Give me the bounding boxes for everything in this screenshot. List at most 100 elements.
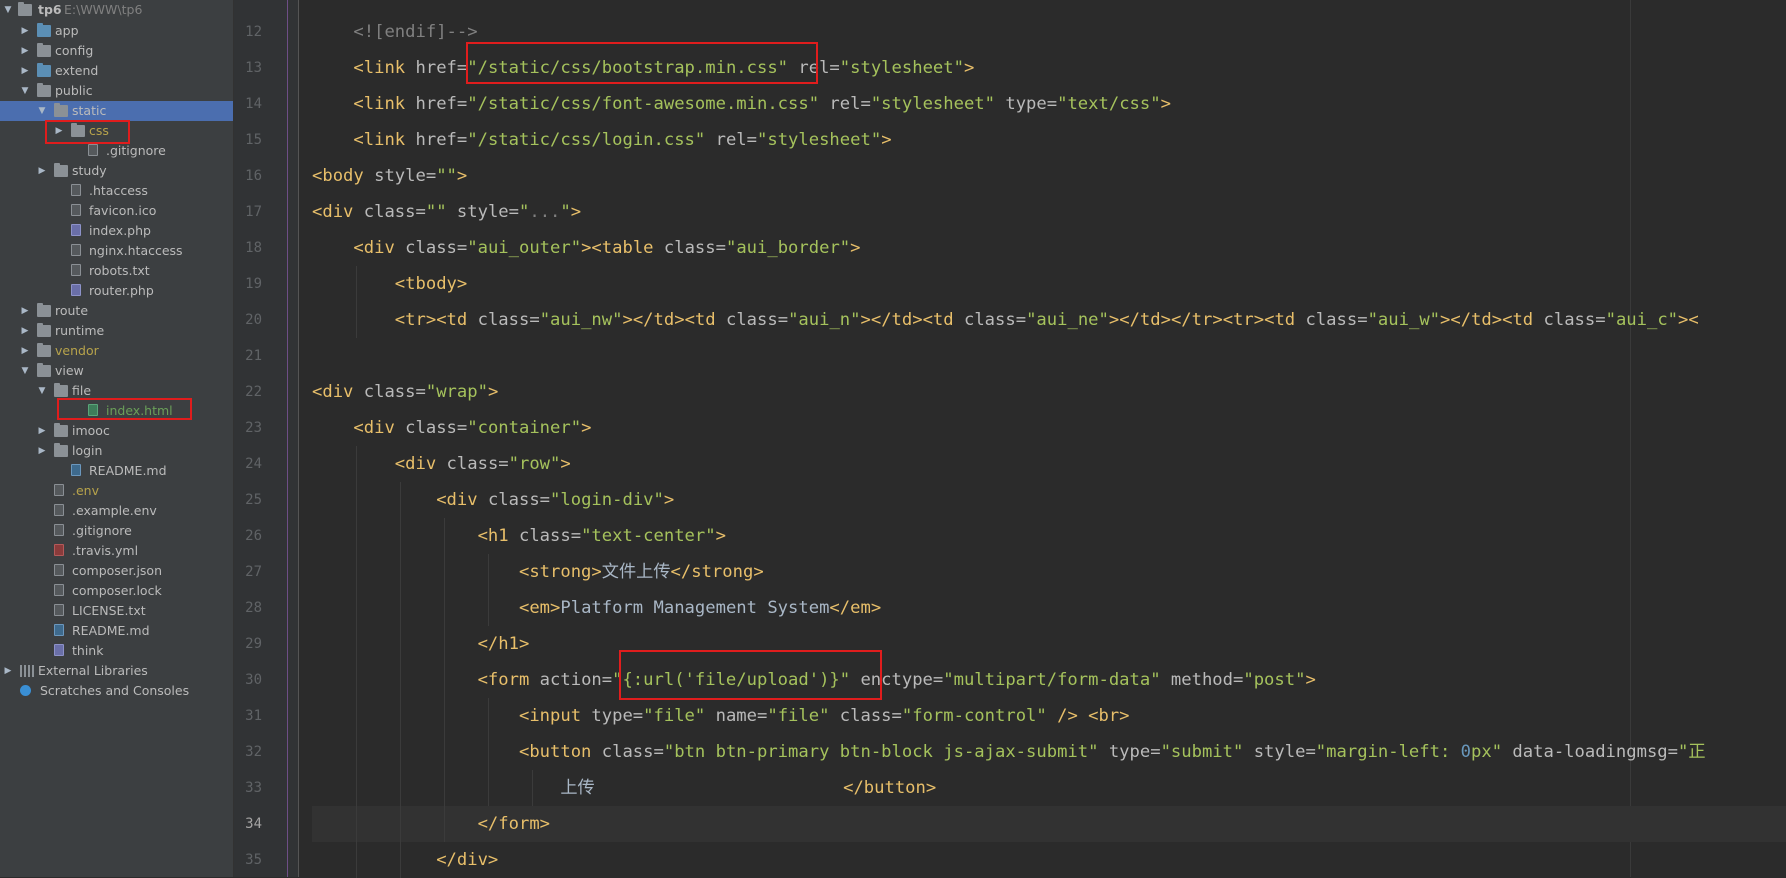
code-line[interactable]: <form action="{:url('file/upload')}" enc… — [312, 662, 1786, 698]
tree-item-gitignore[interactable]: .gitignore — [0, 141, 233, 161]
code-token: > — [570, 202, 582, 222]
code-line[interactable]: 上传 </button> — [312, 770, 1786, 806]
tree-item-composer-lock[interactable]: composer.lock — [0, 581, 233, 601]
tree-item-composer-json[interactable]: composer.json — [0, 561, 233, 581]
code-token: "file" — [767, 706, 830, 726]
code-line[interactable]: <strong>文件上传</strong> — [312, 554, 1786, 590]
code-token: "aui_n" — [788, 310, 861, 330]
root-name: tp6 — [38, 2, 62, 17]
code-token: " — [518, 202, 530, 222]
code-line[interactable]: <div class="login-div"> — [312, 482, 1786, 518]
tree-item-scratches-and-consoles[interactable]: Scratches and Consoles — [0, 681, 233, 701]
annotation-box-index-html — [57, 398, 192, 420]
tree-item-env[interactable]: .env — [0, 481, 233, 501]
tree-item-favicon-ico[interactable]: favicon.ico — [0, 201, 233, 221]
code-line[interactable]: <button class="btn btn-primary btn-block… — [312, 734, 1786, 770]
tree-item-label: index.php — [89, 223, 151, 238]
tree-item-robots-txt[interactable]: robots.txt — [0, 261, 233, 281]
line-number: 24 — [245, 456, 262, 472]
tree-item-public[interactable]: ▼ public — [0, 81, 233, 101]
code-line[interactable]: <link href="/static/css/login.css" rel="… — [312, 122, 1786, 158]
indent-guide — [444, 770, 445, 806]
chevron-down-icon[interactable]: ▼ — [19, 361, 31, 381]
tree-item-static[interactable]: ▼ static — [0, 101, 233, 121]
chevron-right-icon[interactable]: ▶ — [36, 161, 48, 181]
tree-item-example-env[interactable]: .example.env — [0, 501, 233, 521]
tree-item-app[interactable]: ▶ app — [0, 21, 233, 41]
tree-item-imooc[interactable]: ▶ imooc — [0, 421, 233, 441]
code-token: "aui_nw" — [539, 310, 623, 330]
code-token: <link — [353, 58, 416, 78]
chevron-right-icon[interactable]: ▶ — [2, 661, 14, 681]
chevron-right-icon[interactable]: ▶ — [19, 341, 31, 361]
tree-item-label: imooc — [72, 423, 110, 438]
chevron-right-icon[interactable]: ▶ — [19, 21, 31, 41]
tree-item-view[interactable]: ▼ view — [0, 361, 233, 381]
code-line[interactable]: <div class="" style="..."> — [312, 194, 1786, 230]
chevron-right-icon[interactable]: ▶ — [19, 301, 31, 321]
chevron-right-icon[interactable]: ▶ — [36, 421, 48, 441]
tree-item-readme-md[interactable]: README.md — [0, 621, 233, 641]
code-line[interactable]: <div class="wrap"> — [312, 374, 1786, 410]
code-token: "post" — [1243, 670, 1306, 690]
tree-item-gitignore[interactable]: .gitignore — [0, 521, 233, 541]
annotation-box-css — [45, 120, 130, 144]
chevron-right-icon[interactable]: ▶ — [19, 321, 31, 341]
chevron-down-icon[interactable]: ▼ — [36, 101, 48, 121]
code-token: <tbody> — [394, 274, 468, 294]
chevron-down-icon[interactable]: ▼ — [36, 381, 48, 401]
code-editor[interactable]: 12 13 14 15 16 17 18 19 20 21 22 23 24 25 26 27 28 29 30 31… — [234, 0, 1786, 878]
code-line[interactable]: <body style=""> — [312, 158, 1786, 194]
code-line[interactable]: <h1 class="text-center"> — [312, 518, 1786, 554]
code-line[interactable]: </div> — [312, 842, 1786, 878]
tree-item-extend[interactable]: ▶ extend — [0, 61, 233, 81]
code-token: "text/css" — [1057, 94, 1161, 114]
code-line[interactable]: <div class="container"> — [312, 410, 1786, 446]
tree-item-route[interactable]: ▶ route — [0, 301, 233, 321]
code-line[interactable]: </form> — [312, 806, 1786, 842]
tree-item-think[interactable]: think — [0, 641, 233, 661]
chevron-down-icon[interactable]: ▼ — [19, 81, 31, 101]
code-line[interactable]: </h1> — [312, 626, 1786, 662]
chevron-right-icon[interactable]: ▶ — [36, 441, 48, 461]
code-line[interactable]: <div class="aui_outer"><table class="aui… — [312, 230, 1786, 266]
code-token: </strong> — [670, 562, 764, 582]
code-token: </button> — [843, 778, 937, 798]
php-file-icon — [71, 284, 81, 296]
tree-item-external-libraries[interactable]: ▶ External Libraries — [0, 661, 233, 681]
tree-item-vendor[interactable]: ▶ vendor — [0, 341, 233, 361]
code-token: method= — [1160, 670, 1244, 690]
tree-root-tp6[interactable]: ▼ tp6 E:\WWW\tp6 — [0, 0, 233, 20]
tree-item-nginx-htaccess[interactable]: nginx.htaccess — [0, 241, 233, 261]
code-line[interactable]: <div class="row"> — [312, 446, 1786, 482]
tree-item-readme-md[interactable]: README.md — [0, 461, 233, 481]
code-line[interactable]: <em>Platform Management System</em> — [312, 590, 1786, 626]
tree-item-config[interactable]: ▶ config — [0, 41, 233, 61]
tree-item-runtime[interactable]: ▶ runtime — [0, 321, 233, 341]
code-line[interactable]: <tr><td class="aui_nw"></td><td class="a… — [312, 302, 1786, 338]
tree-item-login[interactable]: ▶ login — [0, 441, 233, 461]
code-line[interactable]: <link href="/static/css/font-awesome.min… — [312, 86, 1786, 122]
code-line[interactable]: <tbody> — [312, 266, 1786, 302]
tree-item-router-php[interactable]: router.php — [0, 281, 233, 301]
tree-item-license-txt[interactable]: LICENSE.txt — [0, 601, 233, 621]
chevron-right-icon[interactable]: ▶ — [19, 41, 31, 61]
code-token: ></td></tr><tr><td — [1108, 310, 1306, 330]
tree-item-travis-yml[interactable]: .travis.yml — [0, 541, 233, 561]
chevron-down-icon[interactable]: ▼ — [2, 0, 14, 20]
code-token: "stylesheet" — [757, 130, 882, 150]
code-line[interactable]: <input type="file" name="file" class="fo… — [312, 698, 1786, 734]
code-token: <div — [436, 490, 488, 510]
php-file-icon — [71, 224, 81, 236]
folder-icon — [54, 383, 68, 397]
chevron-right-icon[interactable]: ▶ — [19, 61, 31, 81]
code-line[interactable] — [312, 338, 1786, 374]
code-token: "container" — [467, 418, 582, 438]
indent-guide — [444, 626, 445, 662]
tree-item-htaccess[interactable]: .htaccess — [0, 181, 233, 201]
tree-item-study[interactable]: ▶ study — [0, 161, 233, 181]
code-token: > — [1305, 670, 1316, 690]
scratches-icon — [20, 685, 31, 696]
tree-item-index-php[interactable]: index.php — [0, 221, 233, 241]
